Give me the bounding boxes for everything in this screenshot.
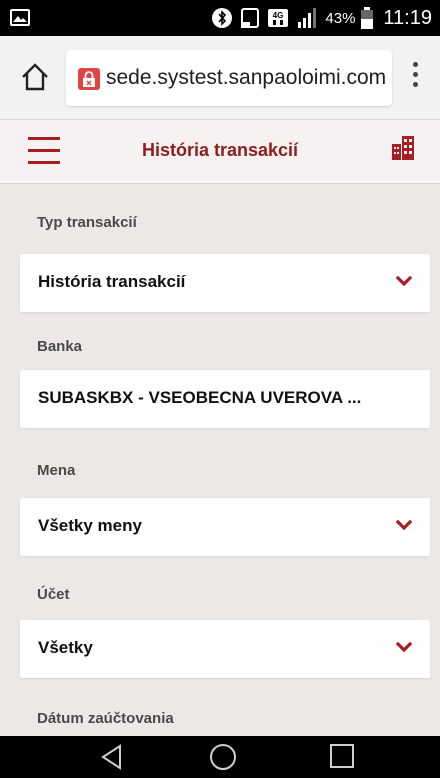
bank-field[interactable]: SUBASKBX - VSEOBECNA UVEROVA ...: [20, 370, 430, 428]
signal-icon: [298, 8, 317, 28]
home-circle-icon[interactable]: [208, 743, 238, 773]
url-bar[interactable]: sede.systest.sanpaoloimi.com: [66, 50, 392, 106]
account-value: Všetky: [38, 638, 93, 657]
currency-value: Všetky meny: [38, 516, 142, 535]
field-label-transaction-type: Typ transakcií: [37, 214, 137, 231]
gallery-notification-icon: [10, 9, 30, 26]
system-navigation-bar: [0, 736, 440, 778]
url-text[interactable]: sede.systest.sanpaoloimi.com: [106, 66, 388, 90]
bluetooth-icon: [212, 8, 233, 28]
field-label-bank: Banka: [37, 338, 83, 355]
transaction-type-value: História transakcií: [38, 272, 186, 291]
bank-value: SUBASKBX - VSEOBECNA UVEROVA ...: [38, 388, 362, 407]
clock: 11:19: [383, 6, 432, 29]
currency-select[interactable]: Všetky meny: [20, 498, 430, 556]
page-title: História transakcií: [141, 140, 299, 160]
transaction-filter-form: Typ transakcií História transakcií Banka…: [0, 184, 440, 736]
network-4g-icon: 4G: [268, 9, 289, 27]
app-header: História transakcií: [0, 120, 440, 184]
chevron-down-icon: [396, 520, 412, 531]
field-label-account: Účet: [37, 586, 70, 603]
svg-text:4G: 4G: [273, 11, 284, 20]
lock-icon: [78, 68, 100, 90]
field-label-currency: Mena: [37, 462, 76, 479]
recent-apps-icon[interactable]: [328, 743, 356, 771]
field-label-posting-date: Dátum zaúčtovania: [37, 710, 174, 727]
status-icons: 4G 43% 11:19: [211, 0, 432, 36]
nfc-icon: [241, 8, 260, 28]
home-icon[interactable]: [18, 60, 52, 94]
status-bar: 4G 43% 11:19: [0, 0, 440, 36]
back-icon[interactable]: [98, 743, 126, 771]
battery-percent: 43%: [325, 9, 356, 27]
transaction-type-select[interactable]: História transakcií: [20, 254, 430, 312]
chevron-down-icon: [396, 276, 412, 287]
chevron-down-icon: [396, 642, 412, 653]
bank-building-icon[interactable]: [392, 136, 414, 160]
battery-icon: [361, 7, 374, 29]
account-select[interactable]: Všetky: [20, 620, 430, 678]
overflow-menu-icon[interactable]: [410, 62, 420, 96]
browser-toolbar: sede.systest.sanpaoloimi.com: [0, 36, 440, 120]
